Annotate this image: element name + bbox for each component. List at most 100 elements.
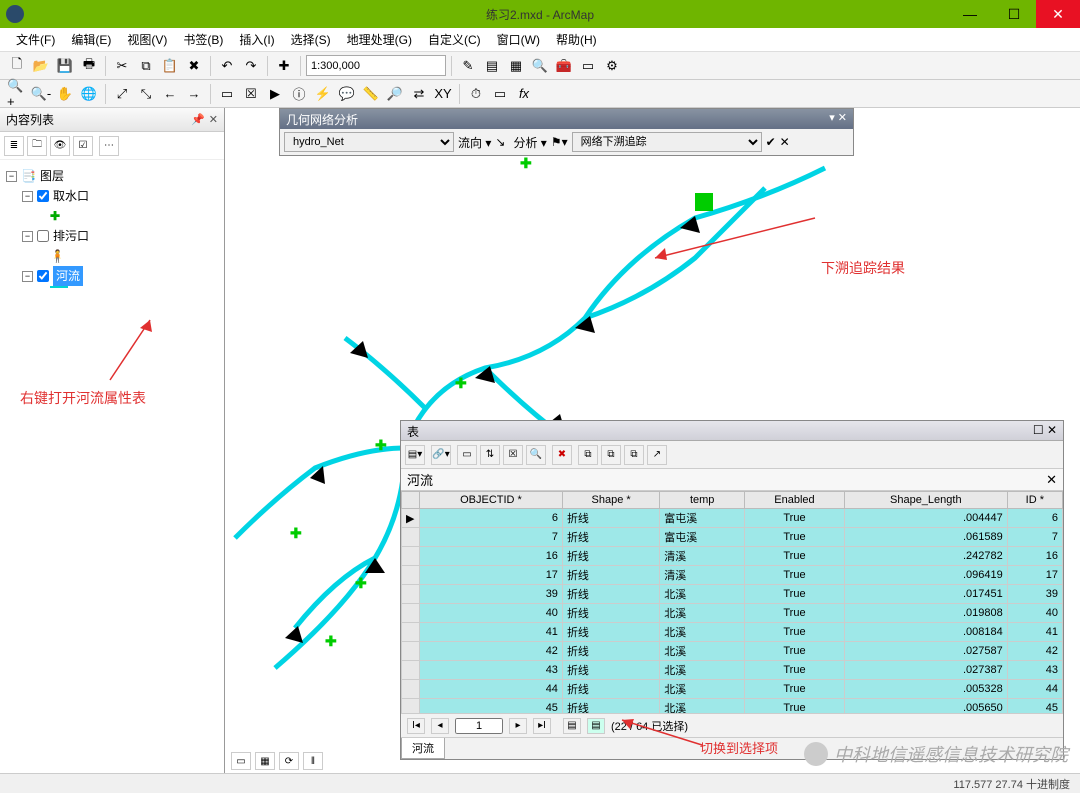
toc-close-icon[interactable]: ✕ [209,113,218,126]
menu-edit[interactable]: 编辑(E) [63,28,119,51]
layer-checkbox[interactable] [37,190,49,202]
layer-checkbox[interactable] [37,270,49,282]
menu-view[interactable]: 视图(V) [119,28,175,51]
expand-icon[interactable]: − [6,171,17,182]
menu-customize[interactable]: 自定义(C) [420,28,489,51]
table-row[interactable]: 43折线北溪True.02738743 [402,661,1063,680]
menu-file[interactable]: 文件(F) [8,28,63,51]
pan-icon[interactable]: ✋ [54,83,76,105]
redo-icon[interactable]: ↷ [240,55,262,77]
table-row[interactable]: 41折线北溪True.00818441 [402,623,1063,642]
time-slider-icon[interactable]: ⏱ [465,83,487,105]
identify-icon[interactable]: ⓘ [288,83,310,105]
map-scale-combo[interactable] [306,55,446,76]
menu-window[interactable]: 窗口(W) [489,28,548,51]
paste-icon[interactable]: 📋 [159,55,181,77]
layer-name[interactable]: 河流 [53,266,83,286]
table-row[interactable]: 44折线北溪True.00532844 [402,680,1063,699]
table-row[interactable]: 40折线北溪True.01980840 [402,604,1063,623]
attr-window-title[interactable]: 表 [407,423,419,438]
zoom-selected-icon[interactable]: 🔍 [526,445,546,465]
col-id[interactable]: ID * [1007,492,1062,509]
clear-selection-icon[interactable]: ☒ [240,83,262,105]
toc-tree[interactable]: − 📑 图层 − 取水口 ✚ − 排污口 🧍 − 河流 [0,160,224,294]
full-extent-icon[interactable]: 🌐 [78,83,100,105]
col-shape[interactable]: Shape * [562,492,659,509]
zoom-in-icon[interactable]: 🔍+ [6,83,28,105]
col-objectid[interactable]: OBJECTID * [420,492,563,509]
create-viewer-icon[interactable]: ▭ [489,83,511,105]
maximize-button[interactable]: ☐ [992,0,1036,28]
toc-pin-icon[interactable]: 📌 [191,113,205,126]
fixed-zoom-in-icon[interactable]: ⤢ [111,83,133,105]
table-row[interactable]: 7折线富屯溪True.0615897 [402,528,1063,547]
delete-icon[interactable]: ✖ [183,55,205,77]
open-icon[interactable]: 📂 [30,55,52,77]
fixed-zoom-out-icon[interactable]: ⤡ [135,83,157,105]
copy-icon[interactable]: ⧉ [578,445,598,465]
save-icon[interactable]: 💾 [54,55,76,77]
show-all-icon[interactable]: ▤ [563,718,581,734]
related-tables-icon[interactable]: 🔗▾ [431,445,451,465]
modelbuilder-icon[interactable]: ⚙ [601,55,623,77]
print-icon[interactable]: 🖶 [78,55,100,77]
html-popup-icon[interactable]: 💬 [336,83,358,105]
measure-icon[interactable]: 📏 [360,83,382,105]
show-selected-icon[interactable]: ▤ [587,718,605,734]
col-enabled[interactable]: Enabled [745,492,845,509]
data-view-icon[interactable]: ▭ [231,752,251,770]
set-flow-icon[interactable]: ↘ [495,135,505,149]
table-row[interactable]: 17折线清溪True.09641917 [402,566,1063,585]
first-record-icon[interactable]: I◂ [407,718,425,734]
next-record-icon[interactable]: ▸ [509,718,527,734]
refresh-icon[interactable]: ⟳ [279,752,299,770]
network-toolbar-title[interactable]: 几何网络分析 ▾ ✕ [280,109,853,129]
search-window-icon[interactable]: 🔍 [529,55,551,77]
find-route-icon[interactable]: ⇄ [408,83,430,105]
expand-icon[interactable]: − [22,231,33,242]
undo-icon[interactable]: ↶ [216,55,238,77]
forward-extent-icon[interactable]: → [183,83,205,105]
expand-icon[interactable]: − [22,271,33,282]
flow-direction-menu[interactable]: 流向 ▾ [458,134,491,151]
table-row[interactable]: 42折线北溪True.02758742 [402,642,1063,661]
layout-view-icon[interactable]: ▦ [255,752,275,770]
attribute-table-window[interactable]: 表 ☐ ✕ ▤▾ 🔗▾ ▭ ⇅ ☒ 🔍 ✖ ⧉ ⧉ ⧉ ↗ 河流 ✕ OBJEC… [400,420,1064,760]
layer-name[interactable]: 取水口 [53,186,89,206]
attr-layer-close-icon[interactable]: ✕ [1046,472,1057,488]
select-by-attr-icon[interactable]: ▭ [457,445,477,465]
new-icon[interactable]: 🗋 [6,55,28,77]
export-icon[interactable]: ↗ [647,445,667,465]
menu-select[interactable]: 选择(S) [283,28,339,51]
catalog-icon[interactable]: ▦ [505,55,527,77]
find-icon[interactable]: 🔎 [384,83,406,105]
copy-icon[interactable]: ⧉ [135,55,157,77]
trace-options-icon[interactable]: ✕ [780,135,790,149]
prev-record-icon[interactable]: ◂ [431,718,449,734]
goto-xy-icon[interactable]: XY [432,83,454,105]
toolbar-close-icon[interactable]: ✕ [838,112,847,124]
geometry-calc-icon[interactable]: ⧉ [624,445,644,465]
attr-grid[interactable]: OBJECTID * Shape * temp Enabled Shape_Le… [401,491,1063,713]
dataframe-label[interactable]: 图层 [40,166,64,186]
editor-toolbar-icon[interactable]: ✎ [457,55,479,77]
add-flag-icon[interactable]: ⚑▾ [551,135,568,149]
toc-options-icon[interactable]: ⋯ [99,136,119,156]
table-row[interactable]: ▶6折线富屯溪True.0044476 [402,509,1063,528]
close-button[interactable]: ✕ [1036,0,1080,28]
arctoolbox-icon[interactable]: 🧰 [553,55,575,77]
last-record-icon[interactable]: ▸I [533,718,551,734]
table-row[interactable]: 45折线北溪True.00565045 [402,699,1063,714]
layer-name[interactable]: 排污口 [53,226,89,246]
attr-restore-icon[interactable]: ☐ [1033,423,1044,437]
layer-checkbox[interactable] [37,230,49,242]
toc-icon[interactable]: ▤ [481,55,503,77]
network-select[interactable]: hydro_Net [284,132,454,152]
col-shapelength[interactable]: Shape_Length [844,492,1007,509]
table-row[interactable]: 16折线清溪True.24278216 [402,547,1063,566]
pause-drawing-icon[interactable]: ‖ [303,752,323,770]
attr-close-icon[interactable]: ✕ [1047,423,1057,437]
fx-icon[interactable]: fx [513,83,535,105]
hyperlink-icon[interactable]: ⚡ [312,83,334,105]
list-by-source-icon[interactable]: 🗀 [27,136,47,156]
